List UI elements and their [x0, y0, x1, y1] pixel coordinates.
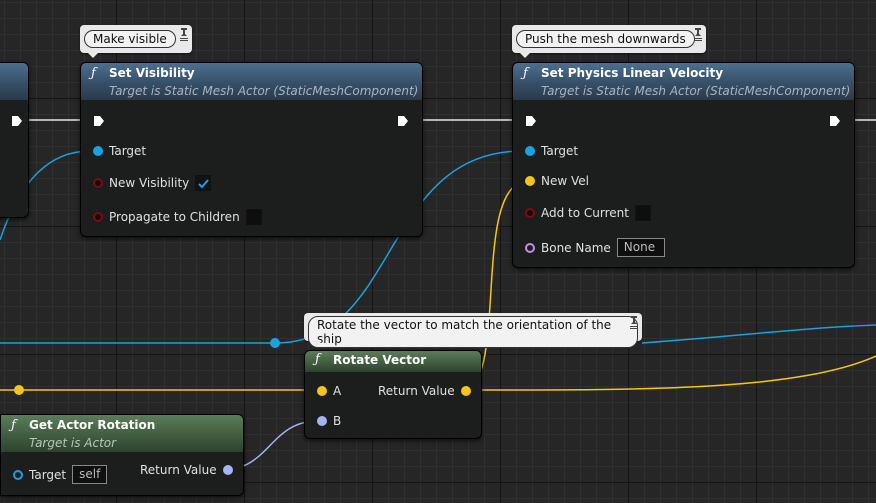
vector-pin-icon[interactable] — [317, 386, 327, 396]
vector-pin-icon[interactable] — [525, 176, 535, 186]
add-to-current-checkbox[interactable] — [634, 205, 651, 221]
node-subtitle: Target is Actor — [29, 436, 117, 450]
pin-label: Return Value — [140, 463, 217, 477]
pin-comment-icon[interactable] — [629, 315, 639, 331]
node-subtitle: Target is Static Mesh Actor (StaticMeshC… — [109, 84, 419, 98]
object-pin-icon[interactable] — [93, 146, 103, 156]
object-pin-icon[interactable] — [13, 469, 23, 480]
vector-wire — [479, 355, 876, 391]
pin-label: Target — [109, 144, 147, 158]
node-header: ƒ Rotate Vector — [305, 351, 481, 372]
exec-out-pin[interactable] — [11, 115, 23, 127]
rotator-pin-icon[interactable] — [317, 416, 327, 426]
propagate-pin-row[interactable]: Propagate to Children — [93, 209, 262, 225]
bone-name-input[interactable]: None — [616, 238, 665, 257]
checkmark-icon — [198, 178, 209, 188]
propagate-checkbox[interactable] — [245, 209, 262, 225]
offscreen-node[interactable] — [0, 62, 29, 218]
exec-out-pin[interactable] — [829, 115, 841, 127]
function-icon: ƒ — [523, 66, 528, 81]
comment-bubble[interactable]: Rotate the vector to match the orientati… — [304, 313, 642, 348]
pin-label: Propagate to Children — [109, 210, 240, 224]
comment-text: Push the mesh downwards — [516, 30, 695, 48]
node-title: Set Visibility — [109, 66, 195, 80]
comment-text: Make visible — [84, 30, 176, 48]
pin-comment-icon[interactable] — [179, 27, 189, 43]
object-pin-icon[interactable] — [525, 146, 535, 156]
node-header: ƒ Get Actor Rotation Target is Actor — [1, 415, 243, 452]
exec-in-pin[interactable] — [93, 115, 105, 127]
new-visibility-pin-row[interactable]: New Visibility — [93, 175, 212, 191]
function-icon: ƒ — [11, 418, 16, 433]
target-self-input[interactable]: self — [72, 465, 108, 484]
bool-pin-icon[interactable] — [525, 208, 535, 218]
target-pin-row[interactable]: Target — [93, 144, 146, 158]
return-value-pin-row[interactable]: Return Value — [378, 384, 471, 398]
reroute-knot-object[interactable] — [270, 338, 280, 348]
set-visibility-node[interactable]: ƒ Set Visibility Target is Static Mesh A… — [80, 62, 423, 237]
return-value-pin-row[interactable]: Return Value — [140, 463, 233, 477]
set-physics-linear-velocity-node[interactable]: ƒ Set Physics Linear Velocity Target is … — [512, 62, 855, 268]
bool-pin-icon[interactable] — [93, 212, 103, 222]
rotator-pin-icon[interactable] — [222, 465, 233, 475]
name-pin-icon[interactable] — [525, 242, 535, 253]
pin-label: Return Value — [378, 384, 455, 398]
pin-label: New Visibility — [109, 176, 190, 190]
a-pin-row[interactable]: A — [317, 384, 341, 398]
node-subtitle: Target is Static Mesh Actor (StaticMeshC… — [541, 84, 851, 98]
get-actor-rotation-node[interactable]: ƒ Get Actor Rotation Target is Actor Tar… — [0, 414, 244, 496]
pin-label: Add to Current — [541, 206, 629, 220]
function-icon: ƒ — [91, 66, 96, 81]
pin-label: New Vel — [541, 174, 589, 188]
bone-name-pin-row[interactable]: Bone Name None — [525, 238, 665, 257]
node-header: ƒ Set Physics Linear Velocity Target is … — [513, 63, 854, 100]
node-header: ƒ Set Visibility Target is Static Mesh A… — [81, 63, 422, 100]
function-icon: ƒ — [315, 352, 320, 367]
node-title: Get Actor Rotation — [29, 418, 156, 432]
new-visibility-checkbox[interactable] — [195, 175, 212, 191]
exec-in-pin[interactable] — [525, 115, 537, 127]
comment-text: Rotate the vector to match the orientati… — [308, 316, 638, 348]
object-wire — [641, 324, 876, 344]
target-pin-row[interactable]: Target — [525, 144, 578, 158]
comment-bubble[interactable]: Push the mesh downwards — [512, 25, 706, 58]
pin-label: Target — [29, 467, 67, 482]
comment-bubble[interactable]: Make visible — [80, 25, 192, 58]
pin-label: B — [333, 414, 342, 428]
exec-out-pin[interactable] — [397, 115, 409, 127]
b-pin-row[interactable]: B — [317, 414, 341, 428]
node-title: Set Physics Linear Velocity — [541, 66, 724, 80]
pin-label: Bone Name — [541, 240, 611, 255]
comment-tail — [88, 53, 98, 58]
new-vel-pin-row[interactable]: New Vel — [525, 174, 589, 188]
pin-comment-icon[interactable] — [693, 27, 703, 43]
comment-tail — [312, 341, 322, 346]
comment-tail — [520, 53, 530, 58]
add-to-current-pin-row[interactable]: Add to Current — [525, 205, 651, 221]
bool-pin-icon[interactable] — [93, 178, 103, 188]
reroute-knot-vector[interactable] — [14, 385, 24, 395]
pin-label: Target — [541, 144, 579, 158]
pin-label: A — [333, 384, 342, 398]
vector-pin-icon[interactable] — [460, 386, 471, 396]
node-title: Rotate Vector — [333, 353, 427, 367]
target-pin-row[interactable]: Target self — [13, 465, 108, 484]
rotate-vector-node[interactable]: ƒ Rotate Vector A Return Value B — [304, 350, 482, 439]
